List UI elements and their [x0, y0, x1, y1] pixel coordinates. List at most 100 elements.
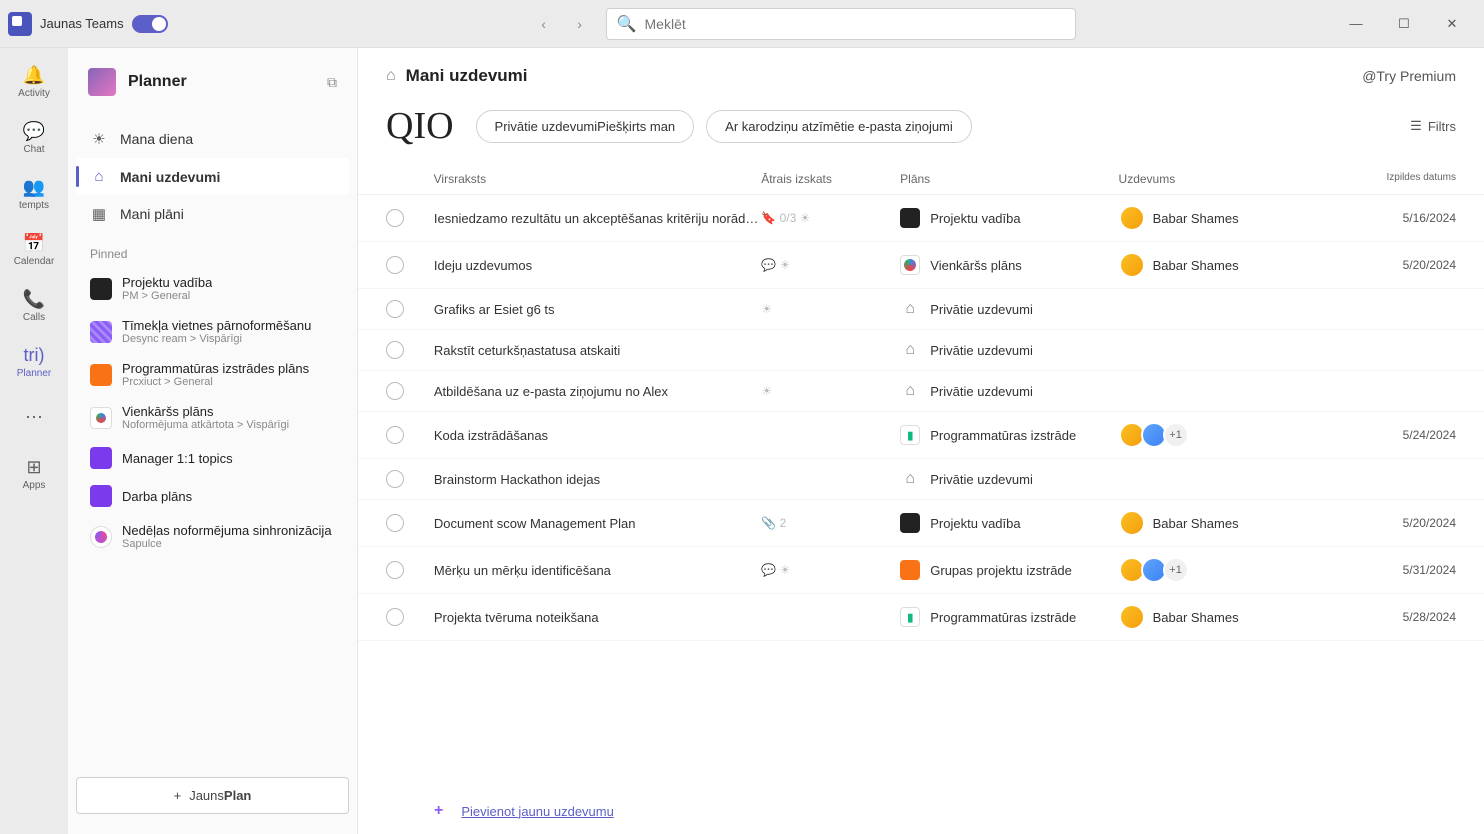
- complete-radio[interactable]: [386, 209, 404, 227]
- try-premium-link[interactable]: @Try Premium: [1362, 68, 1456, 84]
- task-row[interactable]: Ideju uzdevumos 💬 ☀ Vienkāršs plāns Baba…: [358, 242, 1484, 289]
- assignee-cell[interactable]: Babar Shames: [1119, 205, 1367, 231]
- forward-button[interactable]: ›: [564, 8, 596, 40]
- due-date: 5/16/2024: [1367, 211, 1456, 225]
- plan-icon: ▮: [900, 425, 920, 445]
- plan-cell[interactable]: ⌂Privātie uzdevumi: [900, 469, 1118, 489]
- search-input[interactable]: [645, 16, 1065, 32]
- complete-radio[interactable]: [386, 470, 404, 488]
- complete-radio[interactable]: [386, 426, 404, 444]
- teams-label: Jaunas Teams: [40, 16, 124, 31]
- popout-icon[interactable]: ⧉: [327, 74, 337, 91]
- rail-icon: 👥: [23, 177, 45, 198]
- plan-icon: ▮: [900, 607, 920, 627]
- assignee-cell[interactable]: +1: [1119, 557, 1367, 583]
- rail-item-chat[interactable]: 💬Chat: [4, 112, 64, 164]
- due-date: 5/31/2024: [1367, 563, 1456, 577]
- quick-look: 💬 ☀: [761, 563, 900, 577]
- col-date[interactable]: Izpildes datums: [1367, 172, 1456, 186]
- pinned-item[interactable]: Vienkāršs plānsNoformējuma atkārtota > V…: [76, 396, 349, 439]
- task-row[interactable]: Document scow Management Plan 📎 2 Projek…: [358, 500, 1484, 547]
- due-date: 5/20/2024: [1367, 258, 1456, 272]
- assignee-cell[interactable]: Babar Shames: [1119, 604, 1367, 630]
- new-teams-toggle[interactable]: [132, 15, 168, 33]
- rail-item-tempts[interactable]: 👥tempts: [4, 168, 64, 220]
- pinned-item[interactable]: Nedēļas noformējuma sinhronizācijaSapulc…: [76, 515, 349, 558]
- filter-button[interactable]: ☰ Filtrs: [1410, 118, 1456, 134]
- page-title: Mani uzdevumi: [406, 66, 528, 86]
- plan-cell[interactable]: Projektu vadība: [900, 513, 1118, 533]
- plan-cell[interactable]: Projektu vadība: [900, 208, 1118, 228]
- nav-item[interactable]: ☀Mana diena: [76, 120, 349, 158]
- private-icon: ⌂: [900, 299, 920, 319]
- pinned-item[interactable]: Darba plāns: [76, 477, 349, 515]
- rail-item-planner[interactable]: tri)Planner: [4, 336, 64, 388]
- maximize-button[interactable]: ☐: [1388, 8, 1420, 40]
- rail-item-more[interactable]: ⋯: [4, 392, 64, 444]
- rail-item-calls[interactable]: 📞Calls: [4, 280, 64, 332]
- assignee-cell[interactable]: Babar Shames: [1119, 510, 1367, 536]
- rail-icon: 💬: [23, 121, 45, 142]
- quick-look: 📎 2: [761, 516, 900, 530]
- complete-radio[interactable]: [386, 300, 404, 318]
- task-row[interactable]: Brainstorm Hackathon idejas ⌂Privātie uz…: [358, 459, 1484, 500]
- complete-radio[interactable]: [386, 382, 404, 400]
- pinned-item[interactable]: Projektu vadībaPM > General: [76, 267, 349, 310]
- task-row[interactable]: Rakstīt ceturkšņastatusa atskaiti ⌂Privā…: [358, 330, 1484, 371]
- complete-radio[interactable]: [386, 256, 404, 274]
- pinned-item[interactable]: Manager 1:1 topics: [76, 439, 349, 477]
- plan-cell[interactable]: Grupas projektu izstrāde: [900, 560, 1118, 580]
- task-row[interactable]: Projekta tvēruma noteikšana ▮Programmatū…: [358, 594, 1484, 641]
- back-button[interactable]: ‹: [528, 8, 560, 40]
- task-row[interactable]: Koda izstrādāšanas ▮Programmatūras izstr…: [358, 412, 1484, 459]
- task-row[interactable]: Mērķu un mērķu identificēšana 💬 ☀ Grupas…: [358, 547, 1484, 594]
- complete-radio[interactable]: [386, 608, 404, 626]
- plan-icon: [900, 208, 920, 228]
- close-button[interactable]: ✕: [1436, 8, 1468, 40]
- plan-cell[interactable]: ▮Programmatūras izstrāde: [900, 425, 1118, 445]
- rail-icon: 📞: [23, 289, 45, 310]
- nav-item[interactable]: ▦Mani plāni: [76, 195, 349, 233]
- rail-item-apps[interactable]: ⊞Apps: [4, 448, 64, 500]
- pinned-item[interactable]: Tīmekļa vietnes pārnoformēšanuDesync rea…: [76, 310, 349, 353]
- filter-pill-flagged[interactable]: Ar karodziņu atzīmētie e-pasta ziņojumi: [706, 110, 972, 143]
- table-header: Virsraksts Ātrais izskats Plāns Uzdevums…: [358, 164, 1484, 195]
- col-title[interactable]: Virsraksts: [434, 172, 762, 186]
- search-box[interactable]: 🔍: [606, 8, 1076, 40]
- complete-radio[interactable]: [386, 561, 404, 579]
- complete-radio[interactable]: [386, 514, 404, 532]
- plan-cell[interactable]: ⌂Privātie uzdevumi: [900, 299, 1118, 319]
- col-quick[interactable]: Ātrais izskats: [761, 172, 900, 186]
- minimize-button[interactable]: —: [1340, 8, 1372, 40]
- task-row[interactable]: Grafiks ar Esiet g6 ts ☀ ⌂Privātie uzdev…: [358, 289, 1484, 330]
- plan-cell[interactable]: ▮Programmatūras izstrāde: [900, 607, 1118, 627]
- pinned-item[interactable]: Programmatūras izstrādes plānsPrcxiuct >…: [76, 353, 349, 396]
- home-icon: ⌂: [386, 67, 396, 85]
- plan-cell[interactable]: ⌂Privātie uzdevumi: [900, 381, 1118, 401]
- assignee-cell[interactable]: +1: [1119, 422, 1367, 448]
- assignee-cell[interactable]: Babar Shames: [1119, 252, 1367, 278]
- new-plan-button[interactable]: + JaunsPlan: [76, 777, 349, 814]
- planner-logo-icon: [88, 68, 116, 96]
- col-assign[interactable]: Uzdevums: [1119, 172, 1367, 186]
- task-row[interactable]: Atbildēšana uz e-pasta ziņojumu no Alex …: [358, 371, 1484, 412]
- task-row[interactable]: Iesniedzamo rezultātu un akceptēšanas kr…: [358, 195, 1484, 242]
- add-task-button[interactable]: + Pievienot jaunu uzdevumu: [358, 788, 1484, 834]
- plan-cell[interactable]: Vienkāršs plāns: [900, 255, 1118, 275]
- avatar: [1119, 604, 1145, 630]
- rail-item-activity[interactable]: 🔔Activity: [4, 56, 64, 108]
- quick-look: ☀: [761, 302, 900, 316]
- nav-item[interactable]: ⌂Mani uzdevumi: [76, 158, 349, 195]
- nav-icon: ▦: [90, 205, 108, 223]
- plan-cell[interactable]: ⌂Privātie uzdevumi: [900, 340, 1118, 360]
- col-plan[interactable]: Plāns: [900, 172, 1118, 186]
- planner-sidebar: Planner ⧉ ☀Mana diena⌂Mani uzdevumi▦Mani…: [68, 48, 358, 834]
- private-icon: ⌂: [900, 381, 920, 401]
- filter-pill-private[interactable]: Privātie uzdevumiPiešķirts man: [476, 110, 695, 143]
- qio-label: QIO: [386, 104, 454, 148]
- rail-item-calendar[interactable]: 📅Calendar: [4, 224, 64, 276]
- complete-radio[interactable]: [386, 341, 404, 359]
- more-assignees[interactable]: +1: [1163, 422, 1189, 448]
- task-title: Document scow Management Plan: [434, 516, 761, 531]
- more-assignees[interactable]: +1: [1163, 557, 1189, 583]
